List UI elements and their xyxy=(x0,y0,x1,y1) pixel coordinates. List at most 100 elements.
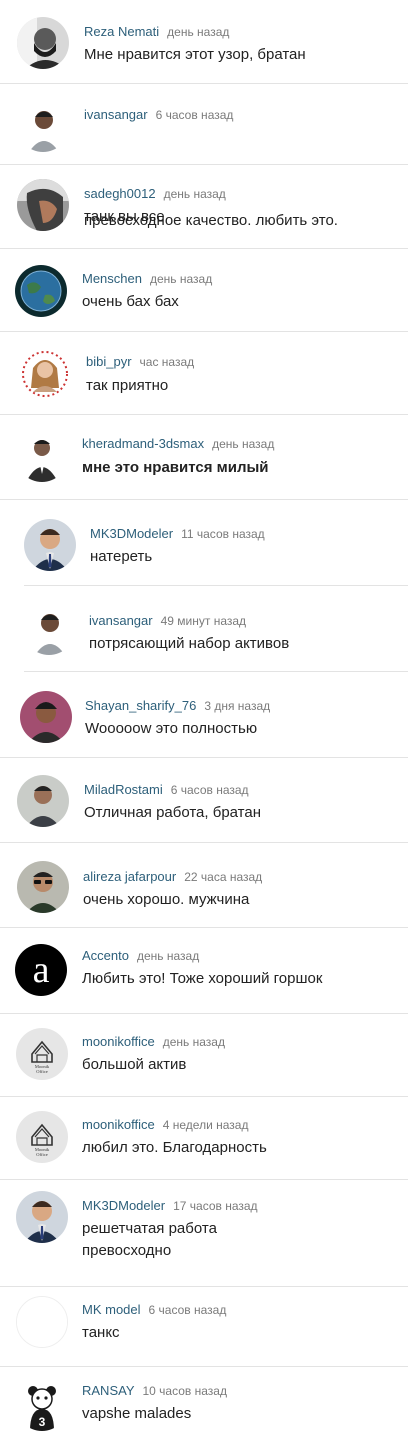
comment-author[interactable]: MiladRostami xyxy=(84,782,163,797)
comment-text: натереть xyxy=(90,548,153,565)
blank-avatar-icon xyxy=(17,1297,67,1347)
comment-text: vapshe malades xyxy=(82,1405,192,1422)
comment-item: MiladRostami 6 часов назад Отличная работ… xyxy=(0,758,408,843)
comment-time: 17 часов назад xyxy=(173,1199,258,1213)
avatar[interactable] xyxy=(17,179,69,231)
man-beard-portrait-icon xyxy=(17,17,69,69)
comment-author[interactable]: MK3DModeler xyxy=(90,526,173,541)
comment-time: день назад xyxy=(212,437,275,451)
bear-number-3-icon: 3 xyxy=(16,1379,68,1431)
comment-item: ivansangar 6 часов назад превосходное кач… xyxy=(0,84,408,229)
avatar[interactable]: a xyxy=(15,944,67,996)
comment-time: 22 часа назад xyxy=(184,870,263,884)
comment-author[interactable]: ivansangar xyxy=(89,613,153,628)
comment-author[interactable]: Shayan_sharify_76 xyxy=(85,698,196,713)
avatar[interactable]: 3 xyxy=(16,1379,68,1431)
comment-author[interactable]: MK model xyxy=(82,1302,141,1317)
comment-text-line2: превосходно xyxy=(82,1242,172,1259)
comment-author[interactable]: Menschen xyxy=(82,271,142,286)
comment-text: большой актив xyxy=(82,1056,187,1073)
comment-text: Мне нравится этот узор, братан xyxy=(84,46,306,63)
earth-globe-icon xyxy=(15,265,67,317)
comment-author[interactable]: Accento xyxy=(82,948,129,963)
man-portrait-icon xyxy=(17,775,69,827)
comment-time: 6 часов назад xyxy=(170,783,249,797)
comment-author[interactable]: bibi_pyr xyxy=(86,354,132,369)
avatar[interactable] xyxy=(17,17,69,69)
comment-time: 10 часов назад xyxy=(142,1384,227,1398)
comment-author[interactable]: MK3DModeler xyxy=(82,1198,165,1213)
avatar[interactable] xyxy=(20,691,72,743)
avatar[interactable] xyxy=(23,603,75,655)
comment-item: ivansangar 49 минут назад потрясающий наб… xyxy=(0,586,408,672)
comment-item: Moonik Office moonikoffice день назад бол… xyxy=(0,1014,408,1097)
avatar[interactable] xyxy=(15,265,67,317)
comment-text: потрясающий набор активов xyxy=(89,635,290,652)
comment-item: Moonik Office moonikoffice 4 недели назад… xyxy=(0,1097,408,1180)
comment-item: bibi_pyr час назад так приятно xyxy=(0,332,408,415)
comment-time: 6 часов назад xyxy=(155,108,234,122)
man-portrait-icon xyxy=(23,603,75,655)
comment-author[interactable]: alireza jafarpour xyxy=(83,869,176,884)
comment-text: любил это. Благодарность xyxy=(82,1139,267,1156)
comment-item: kheradmand-3dsmax день назад мне это нрав… xyxy=(0,415,408,500)
letter-a-logo-icon: a xyxy=(15,944,67,996)
man-portrait-icon xyxy=(17,100,69,152)
comment-time: день назад xyxy=(136,949,200,963)
avatar[interactable] xyxy=(16,1191,68,1243)
avatar[interactable] xyxy=(17,861,69,913)
comment-text: Wooooow это полностью xyxy=(85,720,258,737)
house-logo-icon: Moonik Office xyxy=(16,1028,68,1080)
avatar[interactable]: Moonik Office xyxy=(16,1028,68,1080)
comment-author[interactable]: sadegh0012 xyxy=(84,186,156,201)
svg-text:Office: Office xyxy=(36,1152,47,1157)
comment-text: очень хорошо. мужчина xyxy=(83,891,250,908)
man-suit-portrait-icon xyxy=(16,430,68,482)
comment-text: мне это нравится милый xyxy=(82,459,269,476)
svg-text:a: a xyxy=(33,949,50,991)
comment-time: день назад xyxy=(149,272,213,286)
comment-text: решетчатая работа xyxy=(82,1220,217,1237)
avatar[interactable] xyxy=(16,430,68,482)
comment-author[interactable]: Reza Nemati xyxy=(84,24,159,39)
comments-feed: Reza Nemati день назад Мне нравится этот … xyxy=(0,0,408,1446)
avatar[interactable] xyxy=(24,519,76,571)
comment-time: час назад xyxy=(139,355,195,369)
comment-item: MK model 6 часов назад танкс xyxy=(0,1287,408,1367)
comment-text: танк вы все xyxy=(84,208,165,225)
comment-text: так приятно xyxy=(86,377,169,394)
comment-item: Reza Nemati день назад Мне нравится этот … xyxy=(0,0,408,84)
man-tie-portrait-icon xyxy=(16,1191,68,1243)
comment-item: Shayan_sharify_76 3 дня назад Wooooow это… xyxy=(0,672,408,758)
avatar[interactable] xyxy=(16,1296,68,1348)
man-profile-portrait-icon xyxy=(17,179,69,231)
comment-text: Отличная работа, братан xyxy=(84,804,262,821)
comment-author[interactable]: RANSAY xyxy=(82,1383,135,1398)
woman-portrait-icon xyxy=(19,348,71,400)
young-man-portrait-icon xyxy=(20,691,72,743)
comment-author[interactable]: moonikoffice xyxy=(82,1034,155,1049)
comment-author[interactable]: moonikoffice xyxy=(82,1117,155,1132)
man-sunglasses-portrait-icon xyxy=(17,861,69,913)
man-tie-portrait-icon xyxy=(24,519,76,571)
comment-time: 4 недели назад xyxy=(162,1118,249,1132)
comment-item: MK3DModeler 17 часов назад решетчатая раб… xyxy=(0,1180,408,1287)
avatar[interactable] xyxy=(17,775,69,827)
avatar[interactable]: Moonik Office xyxy=(16,1111,68,1163)
comment-author[interactable]: kheradmand-3dsmax xyxy=(82,436,204,451)
comment-text: очень бах бах xyxy=(82,293,179,310)
comment-author[interactable]: ivansangar xyxy=(84,107,148,122)
comment-time: день назад xyxy=(163,187,226,201)
svg-text:Office: Office xyxy=(36,1069,47,1074)
comment-time: день назад xyxy=(162,1035,225,1049)
comment-item: alireza jafarpour 22 часа назад очень хор… xyxy=(0,843,408,928)
comment-time: день назад xyxy=(167,25,230,39)
comment-time: 11 часов назад xyxy=(181,527,265,541)
comment-item: a Accento день назад Любить это! Тоже хор… xyxy=(0,928,408,1014)
comment-item: sadegh0012 день назад танк вы все xyxy=(0,165,408,249)
comment-item: 3 RANSAY 10 часов назад vapshe malades xyxy=(0,1367,408,1446)
comment-time: 6 часов назад xyxy=(148,1303,227,1317)
avatar[interactable] xyxy=(17,100,69,152)
avatar[interactable] xyxy=(19,348,71,400)
comment-time: 49 минут назад xyxy=(160,614,247,628)
